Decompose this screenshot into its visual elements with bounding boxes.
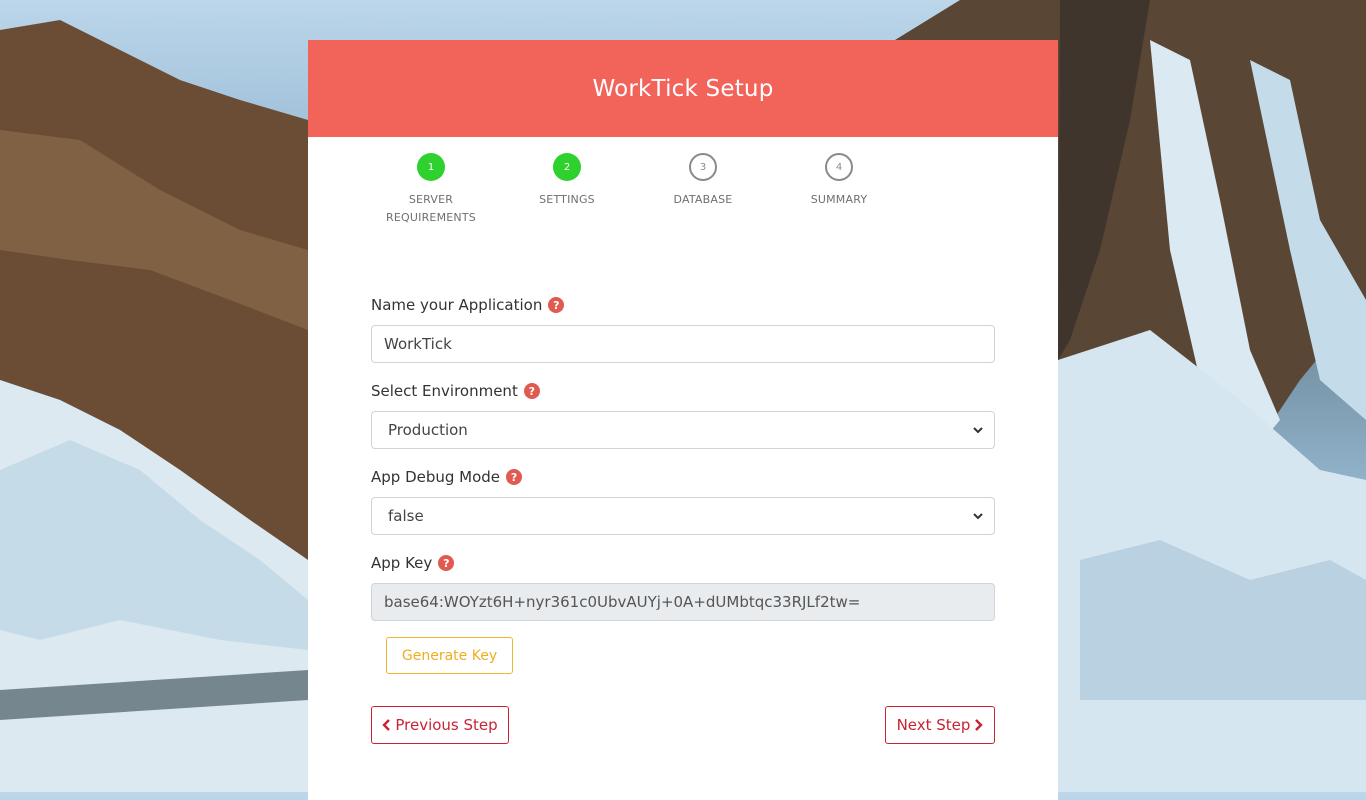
question-circle-icon[interactable]: ? (523, 383, 540, 399)
page-title: WorkTick Setup (592, 75, 774, 102)
app-name-group: Name your Application ? WorkTick (371, 295, 995, 363)
debug-label-row: App Debug Mode ? (371, 467, 995, 487)
chevron-left-icon (382, 719, 391, 731)
app-name-input[interactable]: WorkTick (371, 325, 995, 363)
environment-label: Select Environment (371, 382, 518, 400)
app-key-label: App Key (371, 554, 433, 572)
settings-form: Name your Application ? WorkTick Select … (371, 295, 995, 639)
step-number-circle: 4 (825, 153, 853, 181)
environment-selected-value: Production (388, 421, 468, 439)
step-label: DATABASE (673, 193, 733, 206)
chevron-right-icon (975, 719, 984, 731)
step-label-line: SERVER (408, 193, 454, 206)
app-name-label: Name your Application (371, 296, 543, 314)
chevron-down-icon (973, 427, 983, 434)
step-settings: 2 SETTINGS (507, 153, 627, 209)
step-label: SETTINGS (539, 193, 595, 206)
step-database: 3 DATABASE (643, 153, 763, 209)
app-key-label-row: App Key ? (371, 553, 995, 573)
setup-card: WorkTick Setup 1 SERVER REQUIREMENTS 2 S… (308, 40, 1058, 800)
generate-key-button[interactable]: Generate Key (386, 637, 513, 674)
question-circle-icon[interactable]: ? (506, 469, 523, 485)
app-key-input[interactable]: base64:WOYzt6H+nyr361c0UbvAUYj+0A+dUMbtq… (371, 583, 995, 621)
step-label: SUMMARY (810, 193, 868, 206)
app-key-group: App Key ? base64:WOYzt6H+nyr361c0UbvAUYj… (371, 553, 995, 621)
previous-step-button[interactable]: Previous Step (371, 706, 509, 744)
step-indicator: 1 SERVER REQUIREMENTS 2 SETTINGS 3 DATAB… (308, 153, 1058, 243)
chevron-down-icon (973, 513, 983, 520)
step-number-circle: 2 (553, 153, 581, 181)
step-label-line: REQUIREMENTS (386, 211, 476, 224)
debug-label: App Debug Mode (371, 468, 501, 486)
question-circle-icon[interactable]: ? (548, 297, 565, 313)
environment-label-row: Select Environment ? (371, 381, 995, 401)
question-circle-icon[interactable]: ? (438, 555, 455, 571)
next-step-button[interactable]: Next Step (885, 706, 995, 744)
step-label: SERVER REQUIREMENTS (371, 191, 491, 227)
step-summary: 4 SUMMARY (779, 153, 899, 209)
next-step-label: Next Step (896, 716, 971, 734)
environment-group: Select Environment ? Production (371, 381, 995, 449)
previous-step-label: Previous Step (395, 716, 498, 734)
debug-select[interactable]: false (371, 497, 995, 535)
app-name-label-row: Name your Application ? (371, 295, 995, 315)
step-number-circle: 1 (417, 153, 445, 181)
debug-group: App Debug Mode ? false (371, 467, 995, 535)
step-number-circle: 3 (689, 153, 717, 181)
card-header: WorkTick Setup (308, 40, 1058, 137)
step-server-requirements: 1 SERVER REQUIREMENTS (371, 153, 491, 227)
environment-select[interactable]: Production (371, 411, 995, 449)
debug-selected-value: false (388, 507, 424, 525)
